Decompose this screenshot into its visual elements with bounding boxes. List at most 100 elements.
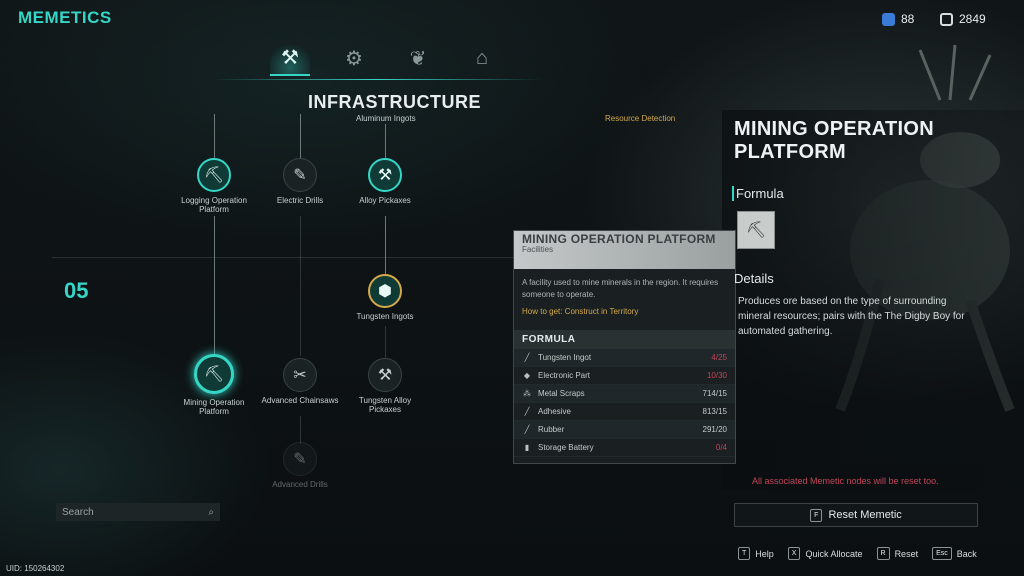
node-label: Logging Operation Platform (181, 196, 247, 214)
advanced-drills-icon: ✎ (283, 442, 317, 476)
material-name: Storage Battery (538, 443, 594, 452)
node-label: Tungsten Alloy Pickaxes (358, 396, 412, 414)
material-quantity: 0/4 (715, 443, 727, 452)
hint-label: Quick Allocate (805, 548, 863, 559)
hint-help[interactable]: T Help (738, 547, 774, 560)
material-quantity: 4/25 (711, 353, 727, 362)
reset-memetic-label: Reset Memetic (828, 509, 902, 521)
key-hints: T Help X Quick Allocate R Reset Esc Back (738, 547, 977, 560)
material-quantity: 291/20 (702, 425, 727, 434)
connector (300, 114, 301, 158)
aluminum-ingots-label: Aluminum Ingots (356, 114, 416, 123)
node-label: Alloy Pickaxes (359, 196, 411, 205)
row-number: 05 (64, 278, 89, 303)
formula-item-slot[interactable]: ⛏ (737, 211, 775, 249)
material-row: ▮ Storage Battery 0/4 (514, 439, 735, 457)
connector (385, 124, 386, 158)
node-electric-drills[interactable]: ✎ Electric Drills (260, 158, 340, 205)
logging-operation-platform-icon: ⛏ (197, 158, 231, 192)
node-label: Tungsten Ingots (356, 312, 414, 321)
connector (385, 216, 386, 274)
node-advanced-drills[interactable]: ✎ Advanced Drills (260, 442, 340, 489)
key-icon: T (738, 547, 751, 560)
hint-label: Back (956, 548, 977, 559)
material-row: ◆ Electronic Part 10/30 (514, 367, 735, 385)
materials-list: ╱ Tungsten Ingot 4/25 ◆ Electronic Part 10/30… (514, 349, 735, 457)
key-icon: R (876, 547, 890, 560)
item-tooltip: MINING OPERATION PLATFORM Facilities A f… (513, 230, 736, 464)
material-row: ⁂ Metal Scraps 714/15 (514, 385, 735, 403)
tooltip-description: A facility used to mine minerals in the … (522, 278, 719, 299)
tooltip-header: MINING OPERATION PLATFORM Facilities (514, 231, 735, 269)
node-tungsten-alloy-pickaxes[interactable]: ⚒ Tungsten Alloy Pickaxes (345, 358, 425, 414)
formula-heading: Formula (732, 186, 784, 201)
material-icon: ╱ (524, 353, 530, 362)
tooltip-category: Facilities (522, 245, 554, 254)
connector (385, 326, 386, 358)
connector (300, 416, 301, 444)
tooltip-title: MINING OPERATION PLATFORM (522, 232, 716, 246)
material-name: Tungsten Ingot (538, 353, 592, 362)
material-name-wrap: ╱ Adhesive (522, 407, 571, 416)
node-mining-operation-platform[interactable]: ⛏ Mining Operation Platform (174, 354, 254, 416)
node-label: Advanced Drills (272, 480, 328, 489)
tooltip-formula-heading: FORMULA (514, 330, 735, 349)
advanced-chainsaws-icon: ✂ (283, 358, 317, 392)
material-icon: ▮ (524, 443, 530, 452)
material-name-wrap: ╱ Tungsten Ingot (522, 353, 592, 362)
node-label: Mining Operation Platform (183, 398, 245, 416)
platform-icon: ⛏ (745, 222, 767, 239)
resource-detection-label: Resource Detection (605, 114, 676, 123)
material-icon: ╱ (524, 407, 530, 416)
node-tungsten-ingots[interactable]: ⬢ Tungsten Ingots (345, 274, 425, 321)
material-name: Rubber (538, 425, 565, 434)
material-icon: ⁂ (523, 389, 531, 398)
material-row: ╱ Tungsten Ingot 4/25 (514, 349, 735, 367)
details-description: Produces ore based on the type of surrou… (738, 296, 965, 337)
user-id: UID: 150264302 (6, 564, 65, 573)
connector (214, 216, 215, 356)
connector (214, 114, 215, 158)
node-label: Electric Drills (276, 196, 324, 205)
material-icon: ◆ (523, 371, 531, 380)
tungsten-ingots-icon: ⬢ (368, 274, 402, 308)
search-icon: ⌕ (208, 506, 214, 518)
mining-operation-platform-icon: ⛏ (194, 354, 234, 394)
node-alloy-pickaxes[interactable]: ⚒ Alloy Pickaxes (345, 158, 425, 205)
node-label: Advanced Chainsaws (261, 396, 339, 405)
hint-label: Reset (894, 548, 919, 559)
reset-memetic-button[interactable]: F Reset Memetic (734, 503, 978, 527)
details-heading: Details (734, 271, 774, 286)
connector (300, 216, 301, 356)
node-logging-operation-platform[interactable]: ⛏ Logging Operation Platform (174, 158, 254, 214)
electric-drills-icon: ✎ (283, 158, 317, 192)
detail-title: MINING OPERATION PLATFORM (734, 118, 934, 163)
material-quantity: 813/15 (702, 407, 727, 416)
material-name: Adhesive (538, 407, 571, 416)
hint-quick-allocate[interactable]: X Quick Allocate (787, 547, 863, 560)
material-name-wrap: ▮ Storage Battery (522, 443, 594, 452)
material-quantity: 10/30 (706, 371, 727, 380)
material-name: Metal Scraps (538, 389, 585, 398)
search-placeholder: Search (62, 506, 94, 518)
search-input[interactable]: Search ⌕ (56, 503, 220, 521)
material-icon: ╱ (524, 425, 530, 434)
hint-reset[interactable]: R Reset (876, 547, 919, 560)
material-quantity: 714/15 (702, 389, 727, 398)
key-f-icon: F (810, 508, 823, 522)
hint-label: Help (755, 548, 774, 559)
key-icon: X (787, 547, 801, 560)
tooltip-how-to-get: How to get: Construct in Territory (522, 307, 639, 316)
node-advanced-chainsaws[interactable]: ✂ Advanced Chainsaws (260, 358, 340, 405)
material-name-wrap: ⁂ Metal Scraps (522, 389, 585, 398)
reset-warning: All associated Memetic nodes will be res… (752, 476, 939, 486)
material-name-wrap: ◆ Electronic Part (522, 371, 590, 380)
hint-back[interactable]: Esc Back (932, 547, 977, 560)
material-name: Electronic Part (538, 371, 591, 380)
material-row: ╱ Adhesive 813/15 (514, 403, 735, 421)
material-name-wrap: ╱ Rubber (522, 425, 565, 434)
tech-tree: Aluminum Ingots Resource Detection 05 ⛏ L… (0, 0, 1024, 576)
tungsten-alloy-pickaxes-icon: ⚒ (368, 358, 402, 392)
material-row: ╱ Rubber 291/20 (514, 421, 735, 439)
key-icon: Esc (932, 547, 952, 560)
